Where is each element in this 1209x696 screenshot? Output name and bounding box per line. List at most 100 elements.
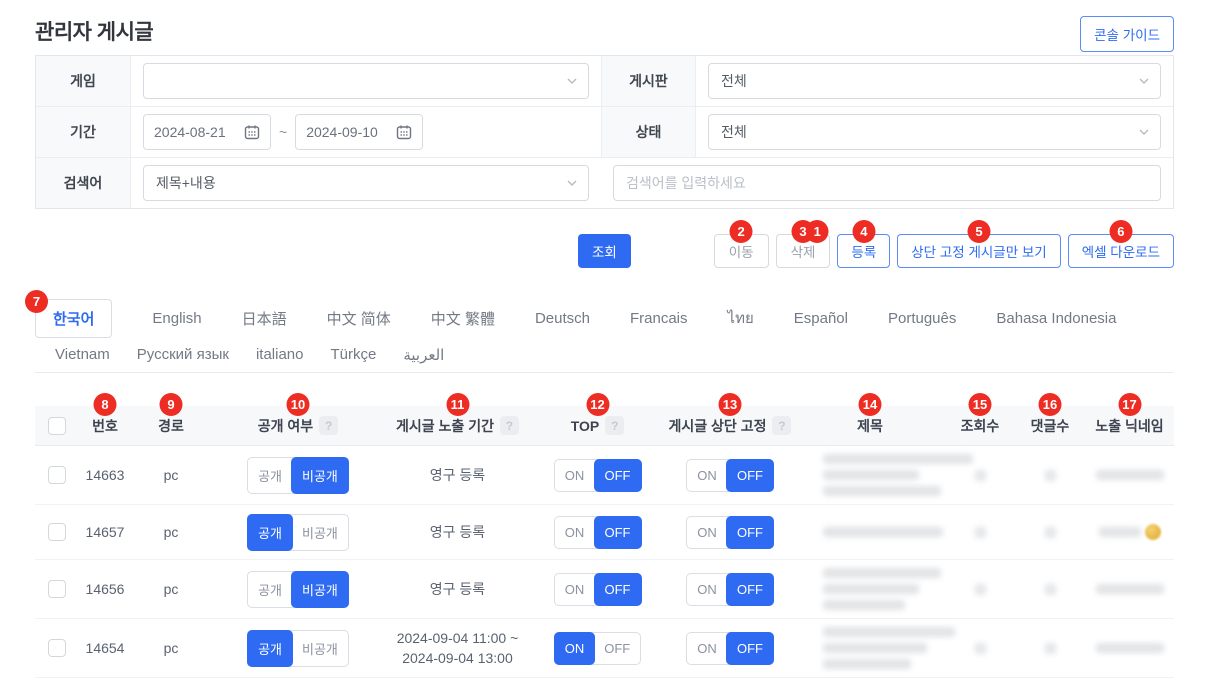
title-cell-redacted (795, 454, 945, 496)
language-tab[interactable]: Bahasa Indonesia (996, 310, 1116, 327)
status-select[interactable]: 전체 (708, 114, 1161, 150)
pin-toggle-option[interactable]: OFF (726, 632, 774, 665)
top-toggle[interactable]: ONOFF (554, 459, 642, 492)
column-header-label: 노출 닉네임 (1095, 416, 1163, 436)
pin-toggle[interactable]: ONOFF (686, 573, 774, 606)
nickname-cell-redacted (1085, 584, 1174, 594)
pin-toggle-option[interactable]: ON (687, 460, 727, 491)
language-tab[interactable]: Deutsch (535, 310, 590, 327)
top-toggle-option[interactable]: ON (555, 574, 595, 605)
pin-toggle[interactable]: ONOFF (686, 459, 774, 492)
game-select[interactable] (143, 63, 589, 99)
pin-toggle-option[interactable]: ON (687, 574, 727, 605)
language-tab[interactable]: 中文 繁體 (431, 308, 495, 329)
nickname-cell-redacted (1085, 524, 1174, 540)
top-toggle-option[interactable]: OFF (594, 516, 642, 549)
redacted-title-line (823, 527, 943, 537)
language-tab[interactable]: Русский язык (137, 346, 229, 363)
language-tab[interactable]: ไทย (728, 306, 754, 330)
redacted-title-line (823, 454, 973, 464)
top-toggle[interactable]: ONOFF (554, 632, 642, 665)
language-tab[interactable]: 日本語 (242, 308, 287, 329)
period-start-value: 2024-08-21 (154, 124, 226, 140)
help-icon[interactable]: ? (605, 416, 624, 435)
column-header-label: 게시글 노출 기간 (396, 416, 494, 436)
visibility-toggle-option[interactable]: 비공개 (292, 515, 348, 550)
row-checkbox[interactable] (48, 466, 66, 484)
period-end-input[interactable]: 2024-09-10 (295, 114, 423, 150)
keyword-input[interactable] (613, 165, 1161, 201)
select-all-checkbox[interactable] (48, 417, 66, 435)
keyword-label: 검색어 (36, 158, 131, 208)
pin-cell: ONOFF (665, 516, 795, 549)
column-header: 13게시글 상단 고정? (665, 406, 795, 445)
top-toggle-option[interactable]: OFF (594, 573, 642, 606)
top-toggle-option[interactable]: OFF (594, 633, 640, 664)
keyword-type-select[interactable]: 제목+내용 (143, 165, 589, 201)
exposure-period-cell: 영구 등록 (385, 522, 530, 542)
views-cell-redacted (945, 470, 1015, 481)
language-tab[interactable]: Português (888, 310, 956, 327)
column-header-label: 제목 (857, 416, 883, 436)
top-toggle-option[interactable]: ON (555, 460, 595, 491)
pin-toggle-option[interactable]: ON (687, 633, 727, 664)
console-guide-button[interactable]: 콘솔 가이드 (1080, 16, 1174, 52)
visibility-toggle-option[interactable]: 비공개 (291, 457, 349, 494)
pin-toggle-option[interactable]: ON (687, 517, 727, 548)
top-toggle[interactable]: ONOFF (554, 516, 642, 549)
search-form: 게임 게시판 전체 기간 2024-08-21 (35, 55, 1174, 209)
column-header: 10공개 여부? (211, 406, 385, 445)
step-badge-5: 5 (967, 220, 990, 243)
help-icon[interactable]: ? (500, 416, 519, 435)
row-checkbox[interactable] (48, 639, 66, 657)
column-header-label: 댓글수 (1031, 416, 1070, 436)
visibility-toggle[interactable]: 공개비공개 (247, 457, 349, 494)
redacted-title-line (823, 600, 905, 610)
views-cell-redacted (945, 584, 1015, 595)
pin-toggle-option[interactable]: OFF (726, 459, 774, 492)
redacted-title-line (823, 659, 911, 669)
row-checkbox[interactable] (48, 580, 66, 598)
visibility-toggle[interactable]: 공개비공개 (247, 514, 349, 551)
status-label: 상태 (601, 107, 696, 158)
pin-toggle-option[interactable]: OFF (726, 516, 774, 549)
language-tab[interactable]: 中文 简体 (327, 308, 391, 329)
top-toggle-option[interactable]: OFF (594, 459, 642, 492)
top-toggle-option[interactable]: ON (554, 632, 596, 665)
language-tab[interactable]: Vietnam (55, 346, 110, 363)
top-toggle[interactable]: ONOFF (554, 573, 642, 606)
redacted-title-line (823, 643, 927, 653)
visibility-toggle-option[interactable]: 공개 (247, 630, 293, 667)
language-tab[interactable]: العربية (403, 346, 444, 364)
admin-posts-page: 관리자 게시글 콘솔 가이드 게임 게시판 전체 기간 (35, 0, 1174, 678)
help-icon[interactable]: ? (772, 416, 791, 435)
visibility-toggle-option[interactable]: 공개 (247, 514, 293, 551)
visibility-toggle-option[interactable]: 공개 (248, 572, 292, 607)
help-icon[interactable]: ? (319, 416, 338, 435)
language-tab[interactable]: Türkçe (330, 346, 376, 363)
visibility-toggle-option[interactable]: 비공개 (291, 571, 349, 608)
visibility-toggle[interactable]: 공개비공개 (247, 571, 349, 608)
pin-toggle-option[interactable]: OFF (726, 573, 774, 606)
language-tab[interactable]: 한국어7 (35, 299, 112, 338)
pin-toggle[interactable]: ONOFF (686, 516, 774, 549)
step-badge-14: 14 (859, 393, 882, 416)
visibility-toggle-option[interactable]: 공개 (248, 458, 292, 493)
period-start-input[interactable]: 2024-08-21 (143, 114, 271, 150)
language-tab[interactable]: English (152, 310, 201, 327)
language-tab[interactable]: italiano (256, 346, 304, 363)
top-toggle-option[interactable]: ON (555, 517, 595, 548)
search-button[interactable]: 조회 (578, 234, 631, 268)
step-badge-17: 17 (1118, 393, 1141, 416)
title-cell-redacted (795, 527, 945, 537)
step-badge-2: 2 (730, 220, 753, 243)
pin-toggle[interactable]: ONOFF (686, 632, 774, 665)
visibility-toggle-option[interactable]: 비공개 (292, 631, 348, 666)
visibility-toggle[interactable]: 공개비공개 (247, 630, 349, 667)
path-cell: pc (131, 524, 211, 540)
language-tab[interactable]: Español (794, 310, 848, 327)
row-checkbox[interactable] (48, 523, 66, 541)
board-select-value: 전체 (721, 71, 747, 91)
language-tab[interactable]: Francais (630, 310, 688, 327)
board-select[interactable]: 전체 (708, 63, 1161, 99)
